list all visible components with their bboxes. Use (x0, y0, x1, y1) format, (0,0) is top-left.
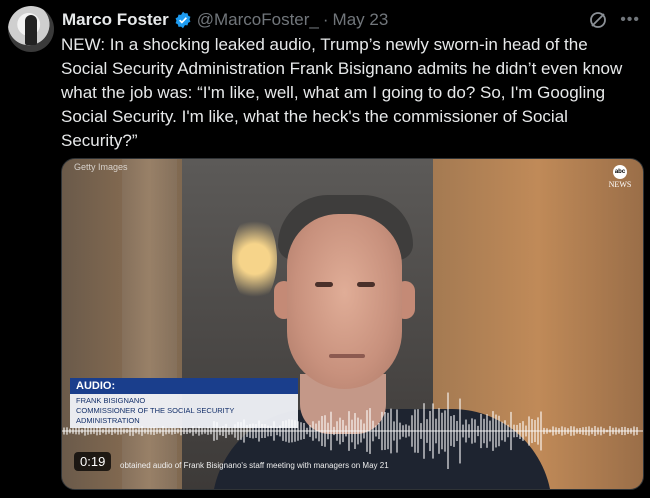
avatar[interactable] (8, 6, 54, 52)
video-caption: obtained audio of Frank Bisignano's staf… (120, 461, 389, 470)
more-icon[interactable]: ••• (620, 12, 640, 28)
verified-badge-icon (174, 11, 192, 29)
tweet-text: NEW: In a shocking leaked audio, Trump’s… (61, 35, 623, 150)
audio-waveform (62, 392, 643, 469)
header-actions: ••• (588, 8, 640, 32)
abc-logo-mark: abc (613, 165, 627, 179)
person-eye-left (315, 282, 333, 287)
background-light (232, 214, 277, 304)
tweet-header: Marco Foster @MarcoFoster_ · May 23 ••• (62, 8, 640, 32)
grok-icon[interactable] (588, 10, 608, 30)
author-name[interactable]: Marco Foster (62, 10, 169, 30)
person-eye-right (357, 282, 375, 287)
video-timestamp: 0:19 (74, 452, 112, 471)
avatar-figure (25, 15, 37, 45)
person-mouth (329, 354, 365, 358)
post-date[interactable]: May 23 (333, 10, 389, 30)
image-credit: Getty Images (74, 162, 128, 172)
abc-news-label: NEWS (608, 180, 632, 189)
author-handle[interactable]: @MarcoFoster_ (197, 10, 319, 30)
abc-news-logo: abc NEWS (605, 165, 635, 189)
video-player[interactable]: Getty Images abc NEWS AUDIO: FRANK BISIG… (61, 158, 644, 490)
separator: · (322, 10, 329, 29)
